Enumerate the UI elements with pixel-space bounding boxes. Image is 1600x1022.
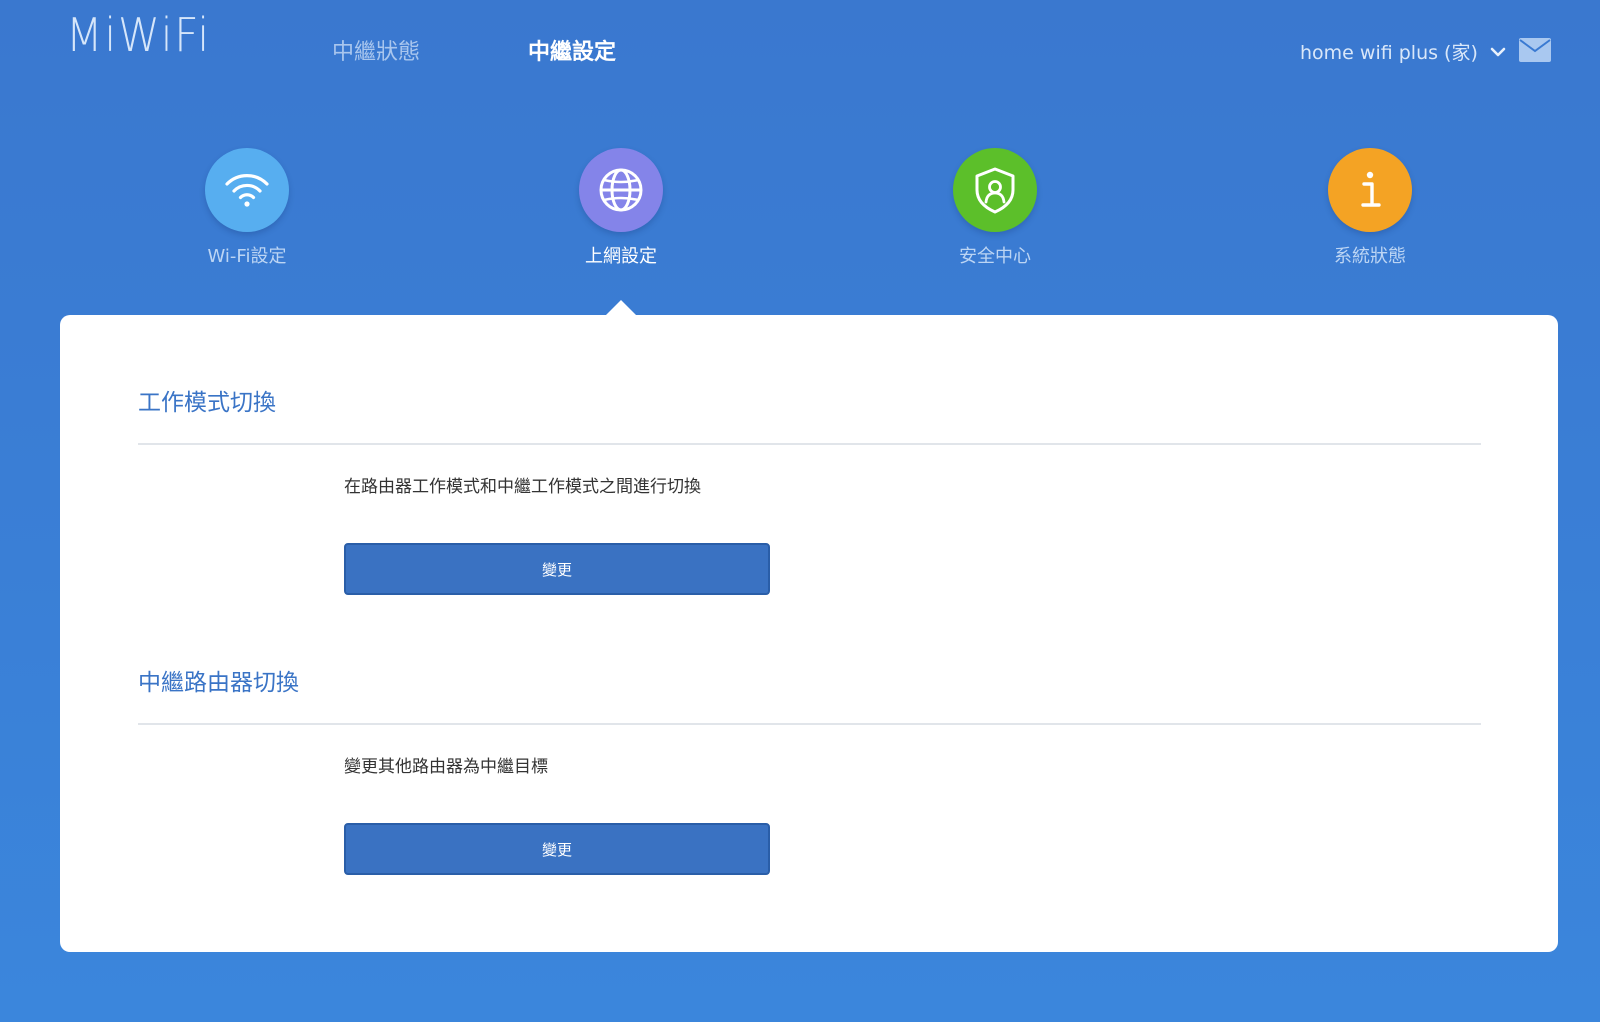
feature-label: 上網設定 (585, 246, 657, 267)
top-header: MiWiFi 中繼狀態 中繼設定 home wifi plus (家) (0, 0, 1600, 100)
section-divider (138, 723, 1481, 725)
globe-icon (579, 148, 663, 232)
feature-label: 系統狀態 (1334, 246, 1406, 267)
miwifi-logo[interactable]: MiWiFi (66, 8, 211, 62)
section-title-repeater-router: 中繼路由器切換 (138, 670, 299, 696)
active-tab-pointer (605, 300, 637, 316)
feature-label: 安全中心 (959, 246, 1031, 267)
settings-panel: 工作模式切換 在路由器工作模式和中繼工作模式之間進行切換 變更 中繼路由器切換 … (60, 315, 1558, 952)
router-name: home wifi plus (家) (1300, 42, 1478, 64)
section-description: 在路由器工作模式和中繼工作模式之間進行切換 (344, 477, 701, 497)
chevron-down-icon (1490, 47, 1506, 56)
nav-repeater-status[interactable]: 中繼狀態 (332, 34, 420, 66)
feature-row: Wi-Fi設定 上網設定 安全中心 系統狀態 (0, 148, 1600, 278)
nav-repeater-settings[interactable]: 中繼設定 (528, 34, 616, 66)
section-description: 變更其他路由器為中繼目標 (344, 757, 548, 777)
info-icon (1328, 148, 1412, 232)
router-selector[interactable]: home wifi plus (家) (1300, 38, 1508, 65)
change-repeater-router-button[interactable]: 變更 (344, 823, 770, 875)
feature-internet-settings[interactable]: 上網設定 (541, 148, 701, 268)
section-divider (138, 443, 1481, 445)
section-title-work-mode: 工作模式切換 (138, 390, 276, 416)
mail-icon[interactable] (1519, 38, 1551, 62)
feature-system-status[interactable]: 系統狀態 (1290, 148, 1450, 268)
change-work-mode-button[interactable]: 變更 (344, 543, 770, 595)
feature-label: Wi-Fi設定 (207, 246, 287, 267)
shield-user-icon (953, 148, 1037, 232)
feature-wifi-settings[interactable]: Wi-Fi設定 (167, 148, 327, 268)
wifi-icon (205, 148, 289, 232)
feature-security-center[interactable]: 安全中心 (915, 148, 1075, 268)
